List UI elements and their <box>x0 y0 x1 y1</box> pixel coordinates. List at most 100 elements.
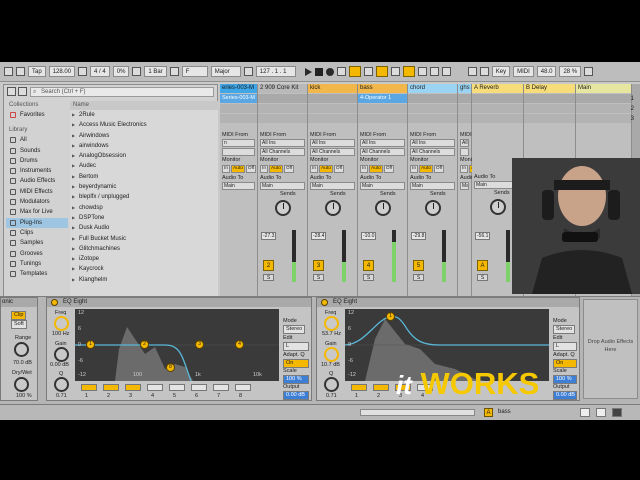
clip-slot[interactable] <box>458 114 471 123</box>
mode-menu[interactable]: Stereo <box>283 325 306 334</box>
browser-list-item[interactable]: Full Bucket Music <box>70 234 218 244</box>
metronome-icon[interactable] <box>78 67 88 76</box>
output-field[interactable]: 0.00 dB <box>283 391 309 400</box>
range-knob[interactable] <box>14 342 29 357</box>
automation-arm-icon[interactable] <box>348 66 361 77</box>
clip-slot[interactable] <box>258 114 307 123</box>
sidebar-item-plug-ins[interactable]: Plug-Ins <box>6 217 68 228</box>
filter-type-button[interactable] <box>147 384 163 391</box>
clip-slot[interactable] <box>472 114 523 123</box>
sidebar-item-grooves[interactable]: Grooves <box>6 249 68 259</box>
sidebar-item-modulators[interactable]: Modulators <box>6 197 68 207</box>
monitor-switch[interactable]: InAutoOff <box>222 165 257 173</box>
clip-slot[interactable] <box>524 114 575 123</box>
clip-slot[interactable] <box>358 104 407 113</box>
clip-slot[interactable] <box>358 114 407 123</box>
arrow-icon[interactable] <box>441 67 451 76</box>
track-activator[interactable]: 2 <box>263 260 274 271</box>
status-toggle-icon[interactable] <box>580 408 590 417</box>
key-root-menu[interactable]: F <box>181 66 208 77</box>
filter-type-button[interactable] <box>169 384 185 391</box>
gain-knob[interactable] <box>54 347 69 362</box>
send-knob[interactable] <box>274 200 291 216</box>
clip-slot[interactable] <box>220 114 257 123</box>
clip-slot[interactable] <box>472 94 523 103</box>
filter-type-button[interactable] <box>351 384 367 391</box>
monitor-in[interactable]: In <box>222 165 231 173</box>
key-scale-menu[interactable]: Major <box>210 66 241 77</box>
loop-switch-icon[interactable] <box>417 67 427 76</box>
audio-to-menu[interactable]: Main <box>360 182 405 190</box>
monitor-auto[interactable]: Auto <box>419 165 433 173</box>
clip-slot[interactable]: 4-Operator 1 <box>358 94 407 103</box>
midi-channel-menu[interactable] <box>460 148 469 156</box>
clip-slot[interactable] <box>308 94 357 103</box>
track-header[interactable]: A Reverb <box>472 84 523 93</box>
q-knob[interactable] <box>54 377 69 392</box>
track-header[interactable]: eries-003-M <box>220 84 257 93</box>
power-icon[interactable] <box>321 299 328 306</box>
record-button[interactable] <box>325 67 334 76</box>
sidebar-item-sounds[interactable]: Sounds <box>6 146 68 156</box>
monitor-off[interactable]: Off <box>283 165 295 173</box>
midi-from-menu[interactable]: All Ins <box>410 139 455 147</box>
track-header[interactable]: B Delay <box>524 84 575 93</box>
send-knob[interactable] <box>324 200 341 216</box>
browser-list-item[interactable]: beyerdynamic <box>70 182 218 192</box>
sidebar-item-favorites[interactable]: Favorites <box>6 110 68 120</box>
scrollbar[interactable] <box>360 409 475 416</box>
follow-icon[interactable] <box>243 67 253 76</box>
monitor-in[interactable]: In <box>260 165 269 173</box>
status-toggle-icon[interactable] <box>612 408 622 417</box>
edit-menu[interactable]: L <box>553 342 577 351</box>
track-header[interactable]: kick <box>308 84 357 93</box>
midi-from-menu[interactable]: All Ins <box>360 139 405 147</box>
time-signature[interactable]: 4 / 4 <box>90 66 110 77</box>
filter-type-button[interactable] <box>213 384 229 391</box>
loop-icon[interactable] <box>363 67 373 76</box>
solo-button[interactable]: S <box>363 274 374 281</box>
eq-band-point-2[interactable]: 2 <box>140 340 149 349</box>
track-header[interactable]: 2 909 Core Kit <box>258 84 307 93</box>
draw-mode-icon[interactable] <box>402 66 415 77</box>
clip-button[interactable]: Clip <box>11 311 27 320</box>
scale-field[interactable]: 100 % <box>283 375 309 384</box>
track-activator[interactable]: 3 <box>313 260 324 271</box>
eq-band-point-4[interactable]: 4 <box>235 340 244 349</box>
scene-number[interactable]: 3 <box>631 116 634 122</box>
clip-slot[interactable] <box>408 114 457 123</box>
browser-search-input[interactable]: ⌕ Search (Ctrl + F) <box>30 87 214 97</box>
q-knob[interactable] <box>324 377 339 392</box>
filter-type-button[interactable] <box>125 384 141 391</box>
eq-band-point-1[interactable]: 1 <box>86 340 95 349</box>
solo-button[interactable]: S <box>477 274 488 281</box>
browser-list-item[interactable]: AnalogObsession <box>70 151 218 161</box>
punch-out-icon[interactable] <box>390 67 400 76</box>
mode-menu[interactable]: Stereo <box>553 325 576 334</box>
tap-tempo-button[interactable]: Tap <box>28 66 46 77</box>
track-header[interactable]: Main <box>576 84 631 93</box>
solo-button[interactable]: S <box>413 274 424 281</box>
key-map-button[interactable]: Key <box>491 66 511 77</box>
eq-band-point-8[interactable]: 8 <box>166 363 175 372</box>
adapt-q-toggle[interactable]: On <box>283 359 309 368</box>
track-activator[interactable]: 5 <box>413 260 424 271</box>
browser-list-item[interactable]: Airwindows <box>70 131 218 141</box>
monitor-in[interactable]: In <box>460 165 469 173</box>
monitor-in[interactable]: In <box>410 165 419 173</box>
monitor-switch[interactable]: InAutoOff <box>260 165 305 173</box>
solo-button[interactable]: S <box>263 274 274 281</box>
sidebar-item-audio-effects[interactable]: Audio Effects <box>6 176 68 186</box>
midi-channel-menu[interactable]: All Channels <box>310 148 355 156</box>
ext-sync-toggle[interactable] <box>16 67 25 76</box>
song-position[interactable]: 127 . 1 . 1 <box>255 66 296 77</box>
monitor-off[interactable]: Off <box>333 165 345 173</box>
send-knob[interactable] <box>489 199 506 215</box>
sidebar-item-max-for-live[interactable]: Max for Live <box>6 207 68 217</box>
grid-icon[interactable] <box>132 67 142 76</box>
browser-list-item[interactable]: Klanghelm <box>70 275 218 285</box>
browser-list-item[interactable]: Kaycrock <box>70 264 218 274</box>
monitor-auto[interactable]: Auto <box>319 165 333 173</box>
monitor-off[interactable]: Off <box>433 165 445 173</box>
volume-readout[interactable]: -10.0 <box>361 232 377 240</box>
